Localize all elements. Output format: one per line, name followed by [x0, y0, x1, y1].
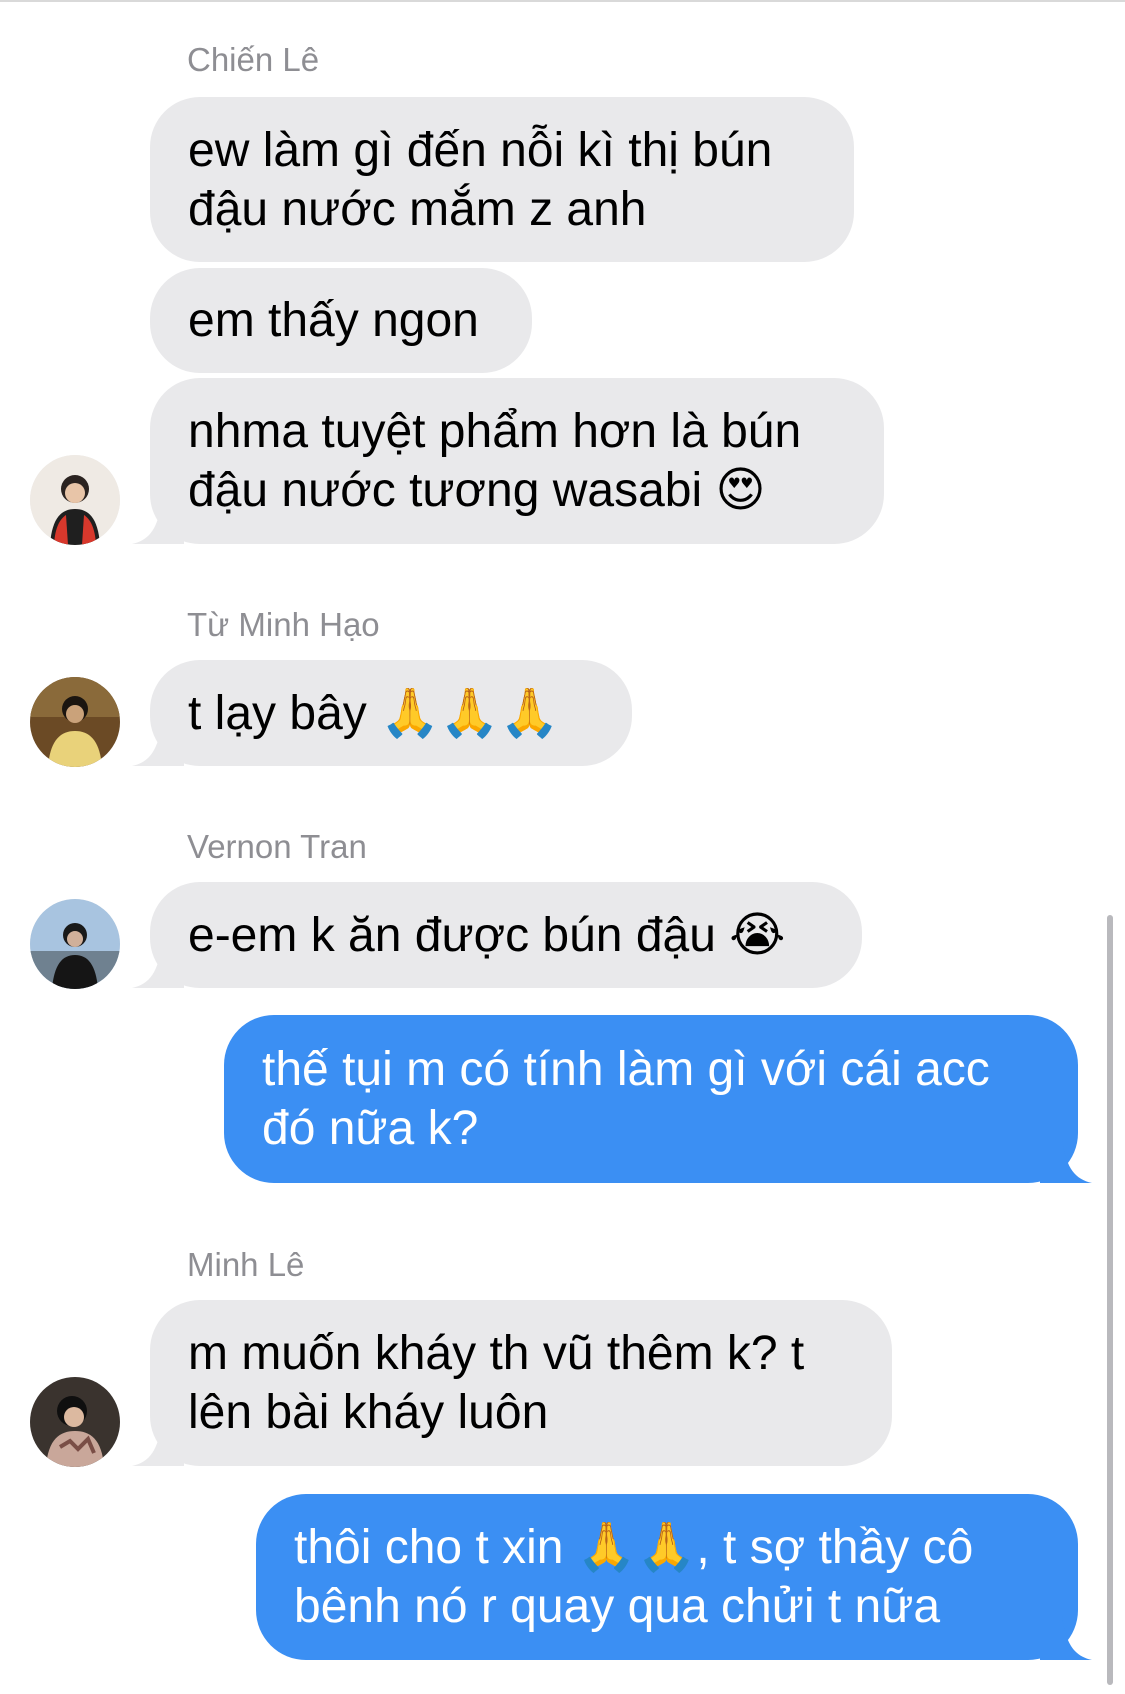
- outgoing-message-bubble[interactable]: thôi cho t xin 🙏🙏, t sợ thầy cô bênh nó …: [256, 1494, 1078, 1660]
- message-text: t lạy bây 🙏🙏🙏: [188, 686, 560, 740]
- scrollbar[interactable]: [1107, 915, 1113, 1685]
- incoming-message-bubble[interactable]: m muốn kháy th vũ thêm k? t lên bài kháy…: [150, 1300, 892, 1466]
- avatar-minh-le[interactable]: [30, 1377, 120, 1467]
- bubble-tail: [1040, 1139, 1092, 1183]
- bubble-tail: [132, 722, 184, 766]
- message-text: ew làm gì đến nỗi kì thị bún đậu nước mắ…: [188, 123, 773, 236]
- bubble-tail: [132, 1422, 184, 1466]
- message-text: thế tụi m có tính làm gì với cái acc đó …: [262, 1043, 990, 1155]
- avatar-vernon-tran[interactable]: [30, 899, 120, 989]
- bubble-tail: [1040, 1616, 1092, 1660]
- message-text: em thấy ngon: [188, 294, 479, 347]
- avatar-chien-le[interactable]: [30, 455, 120, 545]
- sender-name: Minh Lê: [187, 1246, 305, 1283]
- top-divider: [0, 0, 1125, 2]
- outgoing-message-bubble[interactable]: thế tụi m có tính làm gì với cái acc đó …: [224, 1015, 1078, 1183]
- incoming-message-bubble[interactable]: em thấy ngon: [150, 268, 532, 373]
- message-text: nhma tuyệt phẩm hơn là bún đậu nước tươn…: [188, 405, 802, 517]
- incoming-message-bubble[interactable]: nhma tuyệt phẩm hơn là bún đậu nước tươn…: [150, 378, 884, 544]
- avatar-tu-minh-hao[interactable]: [30, 677, 120, 767]
- incoming-message-bubble[interactable]: t lạy bây 🙏🙏🙏: [150, 660, 632, 766]
- incoming-message-bubble[interactable]: e-em k ăn được bún đậu 😭: [150, 882, 862, 988]
- bubble-tail: [132, 944, 184, 988]
- incoming-message-bubble[interactable]: ew làm gì đến nỗi kì thị bún đậu nước mắ…: [150, 97, 854, 262]
- message-text: m muốn kháy th vũ thêm k? t lên bài kháy…: [188, 1327, 805, 1439]
- sender-name: Từ Minh Hạo: [187, 606, 380, 643]
- message-text: e-em k ăn được bún đậu 😭: [188, 908, 786, 962]
- bubble-tail: [132, 500, 184, 544]
- sender-name: Chiến Lê: [187, 41, 320, 78]
- sender-name: Vernon Tran: [187, 828, 367, 865]
- message-text: thôi cho t xin 🙏🙏, t sợ thầy cô bênh nó …: [294, 1521, 974, 1633]
